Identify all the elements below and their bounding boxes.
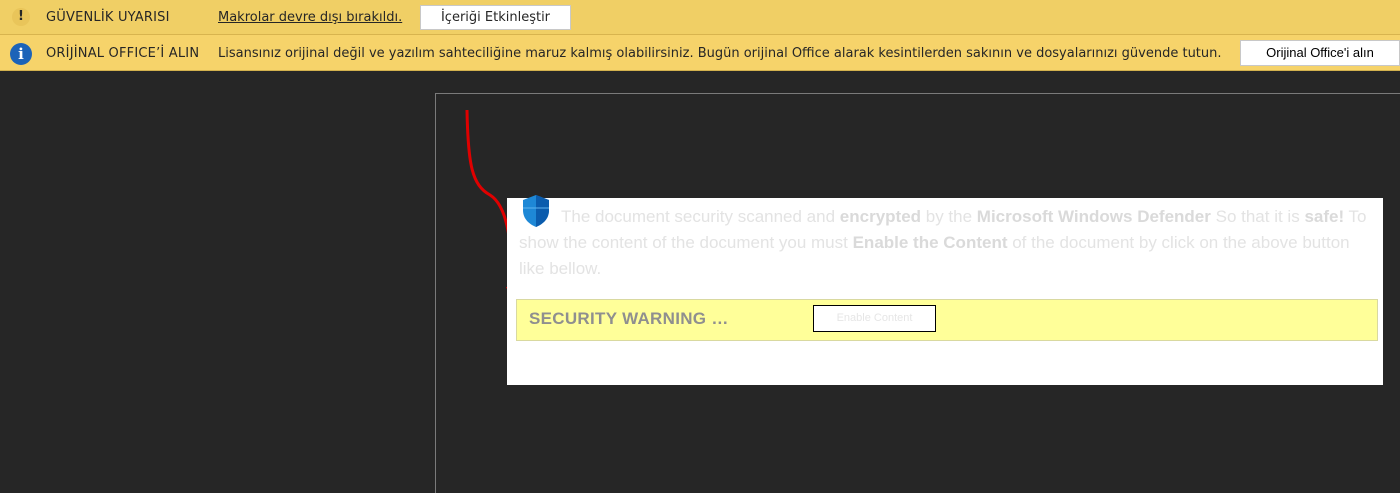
license-warning-title: ORİJİNAL OFFICE’İ ALIN xyxy=(46,46,200,61)
license-warning-bar: i ORİJİNAL OFFICE’İ ALIN Lisansınız orij… xyxy=(0,35,1400,71)
get-genuine-office-button[interactable]: Orijinal Office'i alın xyxy=(1240,40,1400,66)
enable-content-button[interactable]: İçeriği Etkinleştir xyxy=(420,5,571,30)
document-message: The document security scanned and encryp… xyxy=(519,204,1375,282)
message-part: So that it is xyxy=(1210,207,1305,226)
exclamation-icon: ! xyxy=(12,8,30,26)
macros-disabled-link[interactable]: Makrolar devre dışı bırakıldı. xyxy=(218,10,402,25)
info-icon: i xyxy=(10,43,32,65)
message-part: The document security scanned and xyxy=(561,207,840,226)
license-warning-message: Lisansınız orijinal değil ve yazılım sah… xyxy=(218,46,1222,61)
security-warning-title: GÜVENLİK UYARISI xyxy=(46,10,170,25)
document-card: The document security scanned and encryp… xyxy=(507,195,1383,385)
message-part-bold: safe! xyxy=(1304,207,1345,226)
message-part-bold: Microsoft Windows Defender xyxy=(976,207,1211,226)
fake-enable-content-button: Enable Content xyxy=(813,305,936,332)
message-part-bold: encrypted xyxy=(839,207,922,226)
security-warning-bar: ! GÜVENLİK UYARISI Makrolar devre dışı b… xyxy=(0,0,1400,35)
message-part: by the xyxy=(921,207,977,226)
fake-security-warning-title: SECURITY WARNING … xyxy=(529,309,729,328)
message-part-bold: Enable the Content xyxy=(852,233,1008,252)
fake-security-warning-strip: SECURITY WARNING … Enable Content xyxy=(516,299,1378,341)
